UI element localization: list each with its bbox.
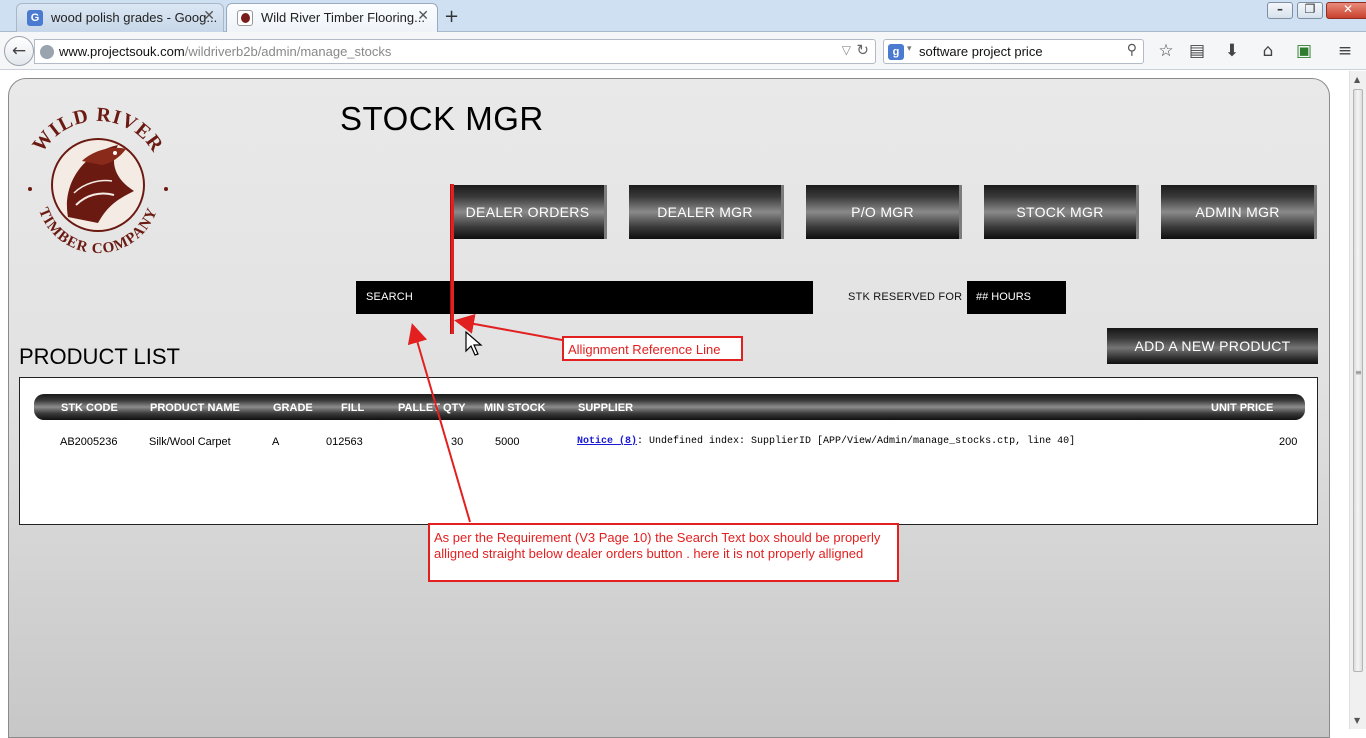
home-icon[interactable]: ⌂	[1257, 40, 1279, 62]
column-header[interactable]: GRADE	[273, 402, 313, 414]
address-bar[interactable]: www.projectsouk.com/wildriverb2b/admin/m…	[34, 39, 876, 64]
alignment-reference-line	[450, 184, 454, 334]
scroll-up-icon[interactable]: ▲	[1354, 75, 1360, 84]
minimize-button[interactable]: –	[1267, 2, 1293, 19]
callout-reference-line: Allignment Reference Line	[562, 336, 743, 361]
column-header[interactable]: MIN STOCK	[484, 402, 546, 414]
search-engine-dropdown-icon[interactable]: ▾	[907, 44, 912, 54]
menu-icon[interactable]: ≡	[1334, 40, 1356, 62]
tab-wild-river[interactable]: Wild River Timber Flooring... ✕	[226, 3, 438, 33]
tab-google-search[interactable]: G wood polish grades - Goog... ✕	[16, 3, 224, 32]
google-icon: G	[27, 10, 43, 26]
search-input[interactable]: SEARCH	[356, 281, 813, 314]
reserved-hours-input[interactable]: ## HOURS	[967, 281, 1066, 314]
vertical-scrollbar[interactable]: ▲ ≡ ▼	[1349, 71, 1366, 729]
stk-reserved-label: STK RESERVED FOR	[848, 291, 963, 303]
close-tab-icon[interactable]: ✕	[417, 8, 429, 24]
browser-tab-strip: G wood polish grades - Goog... ✕ Wild Ri…	[0, 0, 1366, 33]
page-title: STOCK MGR	[340, 100, 544, 137]
back-arrow-icon: ←	[11, 41, 27, 61]
tab-title: wood polish grades - Goog...	[51, 10, 218, 25]
restore-button[interactable]: ❐	[1297, 2, 1323, 19]
cell-pallet-qty: 30	[451, 436, 464, 448]
nav-dealer-orders-button[interactable]: DEALER ORDERS	[451, 185, 607, 239]
column-header[interactable]: PALLET QTY	[398, 402, 466, 414]
restore-icon: ❐	[1304, 2, 1316, 16]
nav-po-mgr-button[interactable]: P/O MGR	[806, 185, 962, 239]
tab-title: Wild River Timber Flooring...	[261, 10, 425, 25]
nav-dealer-mgr-button[interactable]: DEALER MGR	[629, 185, 784, 239]
close-icon: ✕	[1342, 2, 1354, 16]
close-tab-icon[interactable]: ✕	[203, 8, 215, 24]
scroll-grip-icon: ≡	[1355, 368, 1362, 377]
table-header: STK CODE PRODUCT NAME GRADE FILL PALLET …	[34, 394, 1305, 420]
cell-stk-code: AB2005236	[60, 436, 118, 448]
column-header[interactable]: STK CODE	[61, 402, 118, 414]
url-text[interactable]: www.projectsouk.com/wildriverb2b/admin/m…	[59, 44, 391, 59]
globe-icon	[40, 45, 54, 59]
nav-stock-mgr-button[interactable]: STOCK MGR	[984, 185, 1139, 239]
notice-link[interactable]: Notice (8)	[577, 436, 637, 447]
column-header[interactable]: FILL	[341, 402, 364, 414]
url-path: /wildriverb2b/admin/manage_stocks	[184, 44, 392, 59]
column-header[interactable]: PRODUCT NAME	[150, 402, 240, 414]
minimize-icon: –	[1277, 2, 1283, 16]
page-viewport: ▲ ≡ ▼ WILD RIVER TIMBER COMPANY STOCK MG…	[0, 71, 1366, 738]
wild-river-logo: WILD RIVER TIMBER COMPANY	[28, 105, 168, 255]
column-header[interactable]: UNIT PRICE	[1211, 402, 1273, 414]
mouse-cursor-icon	[465, 331, 483, 356]
cell-min-stock: 5000	[495, 436, 520, 448]
back-button[interactable]: ←	[4, 36, 34, 66]
cell-grade: A	[272, 436, 280, 448]
column-header[interactable]: SUPPLIER	[578, 402, 633, 414]
search-bar[interactable]: g ▾ software project price ⚲	[883, 39, 1144, 64]
close-window-button[interactable]: ✕	[1326, 2, 1366, 19]
search-query[interactable]: software project price	[919, 44, 1043, 59]
download-icon[interactable]: ⬇	[1221, 40, 1243, 62]
cell-fill: 012563	[326, 436, 363, 448]
cell-supplier-notice: Notice (8): Undefined index: SupplierID …	[577, 436, 1075, 447]
callout-requirement-note: As per the Requirement (V3 Page 10) the …	[428, 523, 899, 582]
extension-icon[interactable]: ▣	[1293, 40, 1315, 62]
cell-unit-price: 200	[1279, 436, 1298, 448]
search-icon[interactable]: ⚲	[1127, 42, 1137, 58]
history-dropdown-icon[interactable]: ▽	[842, 43, 851, 57]
product-table: STK CODE PRODUCT NAME GRADE FILL PALLET …	[19, 377, 1318, 525]
wild-river-favicon-icon	[237, 10, 253, 26]
scrollbar-thumb[interactable]	[1353, 89, 1363, 672]
scroll-down-icon[interactable]: ▼	[1354, 716, 1360, 725]
new-tab-button[interactable]: +	[444, 6, 459, 27]
add-new-product-button[interactable]: ADD A NEW PRODUCT	[1107, 328, 1318, 364]
reload-icon[interactable]: ↻	[856, 41, 869, 59]
reading-list-icon[interactable]: ▤	[1186, 40, 1208, 62]
product-list-title: PRODUCT LIST	[19, 344, 180, 369]
star-icon[interactable]: ☆	[1155, 40, 1177, 62]
notice-message: : Undefined index: SupplierID [APP/View/…	[637, 436, 1076, 447]
cell-product-name: Silk/Wool Carpet	[149, 436, 231, 448]
google-icon[interactable]: g	[888, 44, 904, 60]
nav-admin-mgr-button[interactable]: ADMIN MGR	[1161, 185, 1317, 239]
url-domain: www.projectsouk.com	[59, 44, 185, 59]
